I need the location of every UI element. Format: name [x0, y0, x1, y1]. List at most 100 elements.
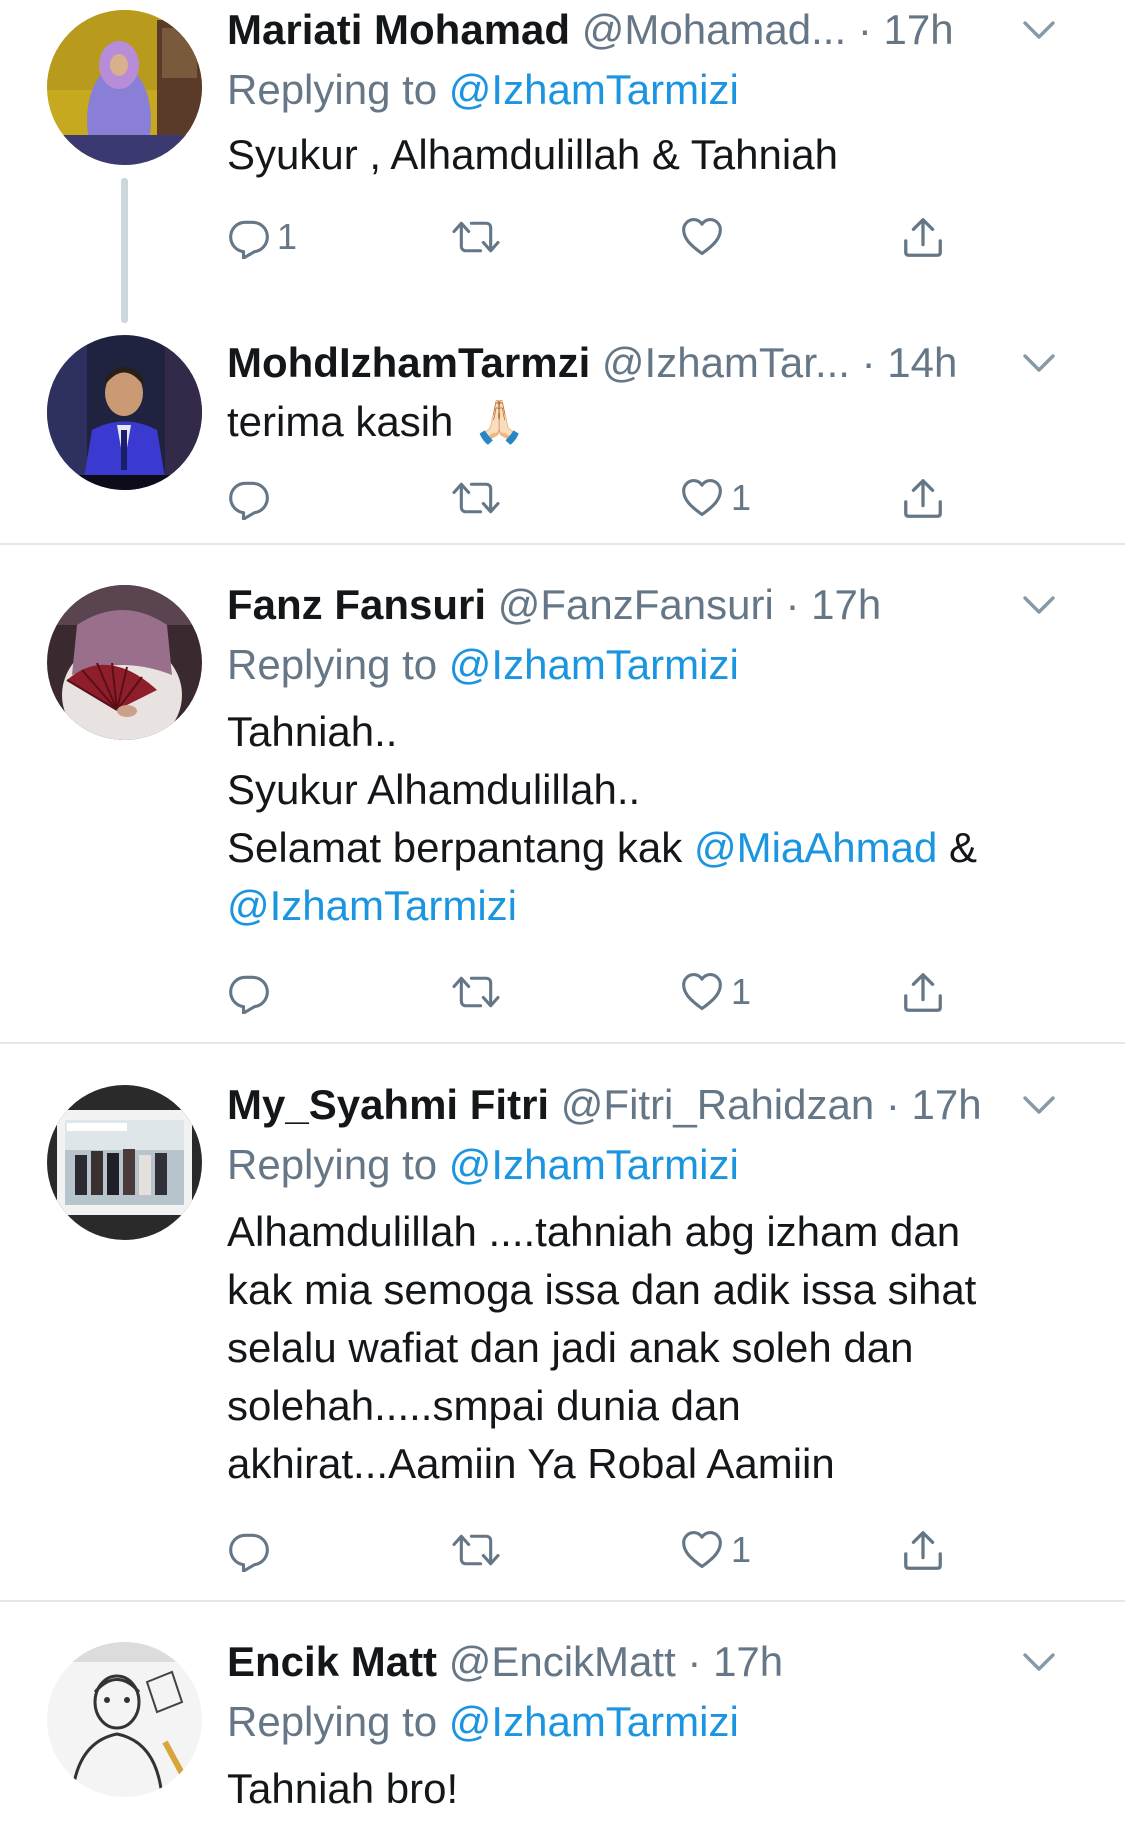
tweet-header: MohdIzhamTarmzi @IzhamTar... · 14h: [227, 333, 1085, 393]
separator-dot: ·: [675, 1638, 714, 1685]
replying-to: Replying to @IzhamTarmizi: [227, 1135, 1085, 1195]
chevron-down-icon[interactable]: [1019, 1089, 1059, 1121]
tweet-text-line: selalu wafiat dan jadi anak soleh dan: [227, 1324, 914, 1371]
user-handle[interactable]: @Mohamad...: [582, 6, 846, 53]
user-handle[interactable]: @FanzFansuri: [498, 581, 774, 628]
display-name[interactable]: MohdIzhamTarmzi: [227, 339, 590, 386]
separator-dot: ·: [773, 581, 812, 628]
chevron-down-icon[interactable]: [1019, 347, 1059, 379]
reply-button[interactable]: [227, 957, 277, 1027]
tweet-text-line: Alhamdulillah ....tahniah abg izham dan: [227, 1208, 961, 1255]
replying-to-mention[interactable]: @IzhamTarmizi: [449, 641, 739, 688]
like-icon: [679, 476, 725, 520]
tweet-header: Encik Matt @EncikMatt · 17h: [227, 1632, 1085, 1692]
timestamp[interactable]: 17h: [883, 6, 953, 53]
avatar[interactable]: [47, 1085, 202, 1240]
replying-to-label: Replying to: [227, 66, 449, 113]
tweet-text-line: akhirat...Aamiin Ya Robal Aamiin: [227, 1440, 835, 1487]
divider: [0, 543, 1125, 545]
share-icon: [900, 1527, 946, 1573]
timestamp[interactable]: 14h: [887, 339, 957, 386]
reply-icon: [227, 476, 271, 520]
avatar[interactable]: [47, 10, 202, 165]
timestamp[interactable]: 17h: [713, 1638, 783, 1685]
reply-button[interactable]: 1: [227, 202, 297, 272]
reply-icon: [227, 970, 271, 1014]
divider: [0, 1042, 1125, 1044]
like-button[interactable]: 1: [679, 957, 751, 1027]
like-icon: [679, 1528, 725, 1572]
tweet-text-body: terima kasih: [227, 398, 454, 445]
tweet-text-line: kak mia semoga issa dan adik issa sihat: [227, 1266, 977, 1313]
folded-hands-emoji: 🙏🏻: [473, 398, 526, 445]
retweet-button[interactable]: [450, 1515, 508, 1585]
mention-link[interactable]: @MiaAhmad: [694, 824, 937, 871]
tweet-text: terima kasih 🙏🏻: [227, 393, 1085, 451]
tweet-text-line: Tahniah..: [227, 708, 398, 755]
retweet-icon: [450, 970, 502, 1014]
separator-dot: ·: [857, 6, 884, 53]
replying-to-mention[interactable]: @IzhamTarmizi: [449, 1141, 739, 1188]
avatar[interactable]: [47, 1642, 202, 1797]
tweet-text-line: Syukur Alhamdulillah..: [227, 766, 641, 813]
user-handle[interactable]: @EncikMatt: [449, 1638, 676, 1685]
reply-button[interactable]: [227, 1515, 277, 1585]
tweet-header: Mariati Mohamad @Mohamad... · 17h: [227, 0, 1085, 60]
retweet-button[interactable]: [450, 463, 508, 533]
share-button[interactable]: [900, 1515, 946, 1585]
replying-to-mention[interactable]: @IzhamTarmizi: [449, 1698, 739, 1745]
chevron-down-icon[interactable]: [1019, 589, 1059, 621]
replying-to-label: Replying to: [227, 1698, 449, 1745]
reply-count: 1: [277, 216, 298, 257]
retweet-icon: [450, 215, 502, 259]
reply-icon: [227, 1528, 271, 1572]
share-button[interactable]: [900, 202, 946, 272]
replying-to: Replying to @IzhamTarmizi: [227, 1692, 1085, 1752]
reply-button[interactable]: [227, 463, 277, 533]
replying-to: Replying to @IzhamTarmizi: [227, 635, 1085, 695]
tweet-text: Tahniah.. Syukur Alhamdulillah.. Selamat…: [227, 703, 1085, 935]
chevron-down-icon[interactable]: [1019, 14, 1059, 46]
separator-dot: ·: [861, 339, 888, 386]
retweet-button[interactable]: [450, 202, 508, 272]
reply-icon: [227, 215, 271, 259]
like-count: 1: [731, 477, 752, 518]
tweet-text-segment: Selamat berpantang kak: [227, 824, 694, 871]
tweet-text-line: solehah.....smpai dunia dan: [227, 1382, 741, 1429]
tweet-text: Syukur , Alhamdulillah & Tahniah: [227, 131, 838, 178]
timestamp[interactable]: 17h: [912, 1081, 982, 1128]
tweet-text: Alhamdulillah ....tahniah abg izham dan …: [227, 1203, 1085, 1493]
share-icon: [900, 475, 946, 521]
like-icon: [679, 970, 725, 1014]
avatar[interactable]: [47, 335, 202, 490]
separator-dot: ·: [874, 1081, 912, 1128]
share-button[interactable]: [900, 463, 946, 533]
replying-to-mention[interactable]: @IzhamTarmizi: [449, 66, 739, 113]
thread-connector: [121, 178, 128, 323]
share-icon: [900, 969, 946, 1015]
retweet-button[interactable]: [450, 957, 508, 1027]
like-count: 1: [731, 971, 752, 1012]
chevron-down-icon[interactable]: [1019, 1646, 1059, 1678]
action-bar: 1: [227, 957, 1085, 1027]
display-name[interactable]: Fanz Fansuri: [227, 581, 486, 628]
tweet-header: My_Syahmi Fitri @Fitri_Rahidzan · 17h: [227, 1075, 1085, 1135]
user-handle[interactable]: @IzhamTar...: [602, 339, 850, 386]
replying-to: Replying to @IzhamTarmizi: [227, 60, 1085, 120]
timestamp[interactable]: 17h: [811, 581, 881, 628]
share-button[interactable]: [900, 957, 946, 1027]
like-button[interactable]: [679, 202, 731, 272]
like-button[interactable]: 1: [679, 1515, 751, 1585]
tweet-text-line: Selamat berpantang kak @MiaAhmad &: [227, 819, 1085, 877]
divider: [0, 1600, 1125, 1602]
replying-to-label: Replying to: [227, 1141, 449, 1188]
like-icon: [679, 215, 725, 259]
avatar[interactable]: [47, 585, 202, 740]
user-handle[interactable]: @Fitri_Rahidzan: [561, 1081, 874, 1128]
display-name[interactable]: Mariati Mohamad: [227, 6, 570, 53]
mention-link[interactable]: @IzhamTarmizi: [227, 877, 1085, 935]
replying-to-label: Replying to: [227, 641, 449, 688]
display-name[interactable]: Encik Matt: [227, 1638, 437, 1685]
display-name[interactable]: My_Syahmi Fitri: [227, 1081, 549, 1128]
like-button[interactable]: 1: [679, 463, 751, 533]
